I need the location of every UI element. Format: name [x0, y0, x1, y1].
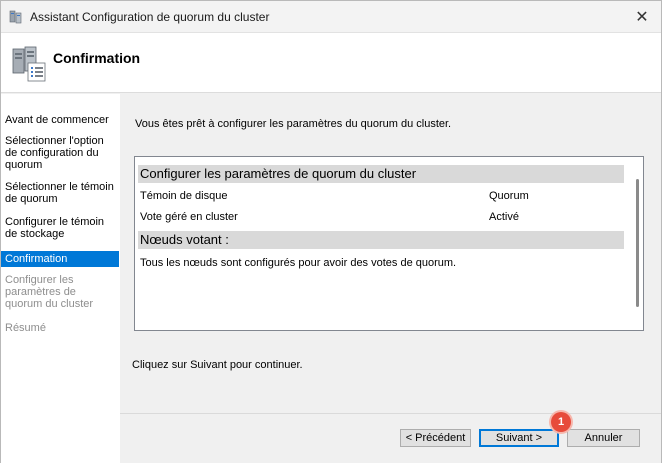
step-configure-storage-witness[interactable]: Configurer le témoin de stockage [1, 216, 119, 240]
cluster-vote-value: Activé [489, 211, 519, 223]
cancel-button[interactable]: Annuler [567, 429, 640, 447]
page-title: Confirmation [53, 50, 141, 66]
step-select-quorum-witness[interactable]: Sélectionner le témoin de quorum [1, 181, 119, 205]
main-content: Vous êtes prêt à configurer les paramètr… [120, 98, 661, 463]
summary-scrollbar[interactable] [636, 179, 639, 307]
previous-button[interactable]: < Précédent [400, 429, 471, 447]
section-voting-nodes-heading: Nœuds votant : [138, 231, 624, 249]
step-annotation-badge: 1 [551, 412, 571, 432]
step-before-you-begin[interactable]: Avant de commencer [1, 114, 119, 126]
close-button[interactable]: ✕ [629, 5, 655, 29]
section-quorum-settings-heading: Configurer les paramètres de quorum du c… [138, 165, 624, 183]
title-bar: Assistant Configuration de quorum du clu… [1, 1, 661, 33]
wizard-steps-sidebar: Avant de commencer Sélectionner l'option… [1, 94, 120, 463]
cluster-vote-label: Vote géré en cluster [140, 211, 238, 223]
step-select-quorum-option[interactable]: Sélectionner l'option de configuration d… [1, 135, 119, 171]
step-confirmation[interactable]: Confirmation [1, 251, 119, 267]
cluster-config-icon [12, 46, 46, 82]
step-summary: Résumé [5, 322, 46, 334]
window-title: Assistant Configuration de quorum du clu… [30, 10, 270, 24]
wizard-window: Assistant Configuration de quorum du clu… [0, 0, 662, 463]
continue-instruction: Cliquez sur Suivant pour continuer. [132, 359, 303, 371]
disk-witness-label: Témoin de disque [140, 190, 228, 202]
confirmation-summary-box[interactable]: Configurer les paramètres de quorum du c… [134, 156, 644, 331]
close-icon: ✕ [635, 9, 649, 26]
page-header: Confirmation [1, 33, 661, 93]
disk-witness-value: Quorum [489, 190, 529, 202]
cluster-app-icon [9, 10, 22, 24]
voting-nodes-text: Tous les nœuds sont configurés pour avoi… [140, 257, 457, 269]
button-separator [120, 413, 661, 414]
next-button[interactable]: Suivant > [479, 429, 559, 447]
step-configure-quorum-settings: Configurer les paramètres de quorum du c… [5, 274, 94, 310]
intro-text: Vous êtes prêt à configurer les paramètr… [135, 118, 452, 130]
